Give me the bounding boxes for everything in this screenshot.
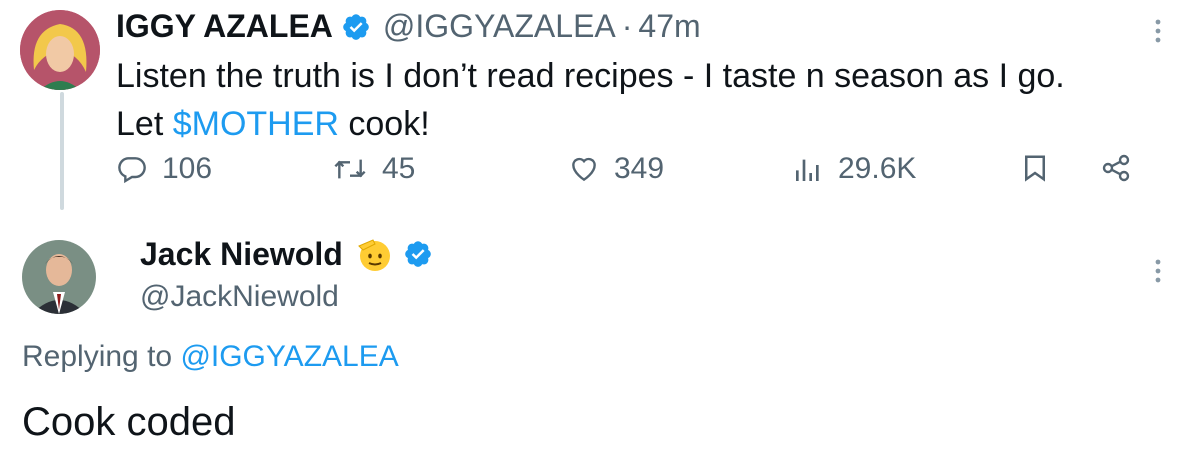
more-vertical-icon[interactable] (1150, 16, 1166, 46)
tweet-header: IGGY AZALEA @IGGYAZALEA · 47m (116, 8, 701, 45)
more-vertical-icon[interactable] (1150, 256, 1166, 286)
author-handle[interactable]: @IGGYAZALEA (383, 8, 616, 45)
text-segment: Let (116, 105, 173, 143)
retweet-count: 45 (382, 152, 416, 185)
retweet-button[interactable]: 45 (332, 152, 415, 186)
views-count: 29.6K (838, 152, 917, 185)
bookmark-icon (1025, 155, 1045, 182)
views-button[interactable]: 29.6K (792, 152, 916, 186)
like-count: 349 (614, 152, 665, 185)
share-icon (1102, 154, 1130, 182)
tweet-text-line2: Let $MOTHER cook! (116, 100, 1065, 148)
verified-badge-icon (341, 12, 371, 42)
verified-badge-icon (403, 239, 433, 269)
like-button[interactable]: 349 (568, 152, 664, 186)
reply-text: Cook coded (22, 400, 236, 444)
share-button[interactable] (1100, 152, 1146, 184)
tweet-actions: 106 45 349 29.6K (116, 152, 1146, 200)
tweet-text: Listen the truth is I don’t read recipes… (116, 52, 1065, 148)
speech-bubble-icon (118, 157, 146, 184)
retweet-icon (334, 159, 366, 179)
heart-icon (572, 157, 596, 182)
replying-handle-link[interactable]: @IGGYAZALEA (180, 340, 398, 373)
reply-button[interactable]: 106 (116, 152, 212, 186)
author-name[interactable]: IGGY AZALEA (116, 8, 333, 45)
thread-connector-line (60, 92, 64, 210)
replying-prefix: Replying to (22, 340, 181, 373)
reply-author-handle[interactable]: @JackNiewold (140, 280, 339, 314)
saluting-face-emoji (355, 234, 395, 274)
replying-to: Replying to @IGGYAZALEA (22, 340, 399, 374)
avatar[interactable] (22, 240, 96, 314)
reply-count: 106 (162, 152, 213, 185)
cashtag-link[interactable]: $MOTHER (173, 105, 339, 143)
text-segment: cook! (338, 105, 430, 143)
tweet-text-line1: Listen the truth is I don’t read recipes… (116, 57, 1065, 95)
reply-author-name[interactable]: Jack Niewold (140, 236, 343, 273)
bar-chart-icon (796, 159, 819, 181)
avatar[interactable] (20, 10, 100, 90)
reply-header: Jack Niewold (140, 234, 433, 274)
timestamp[interactable]: 47m (638, 8, 700, 45)
bookmark-button[interactable] (1020, 152, 1064, 184)
separator: · (621, 8, 633, 44)
